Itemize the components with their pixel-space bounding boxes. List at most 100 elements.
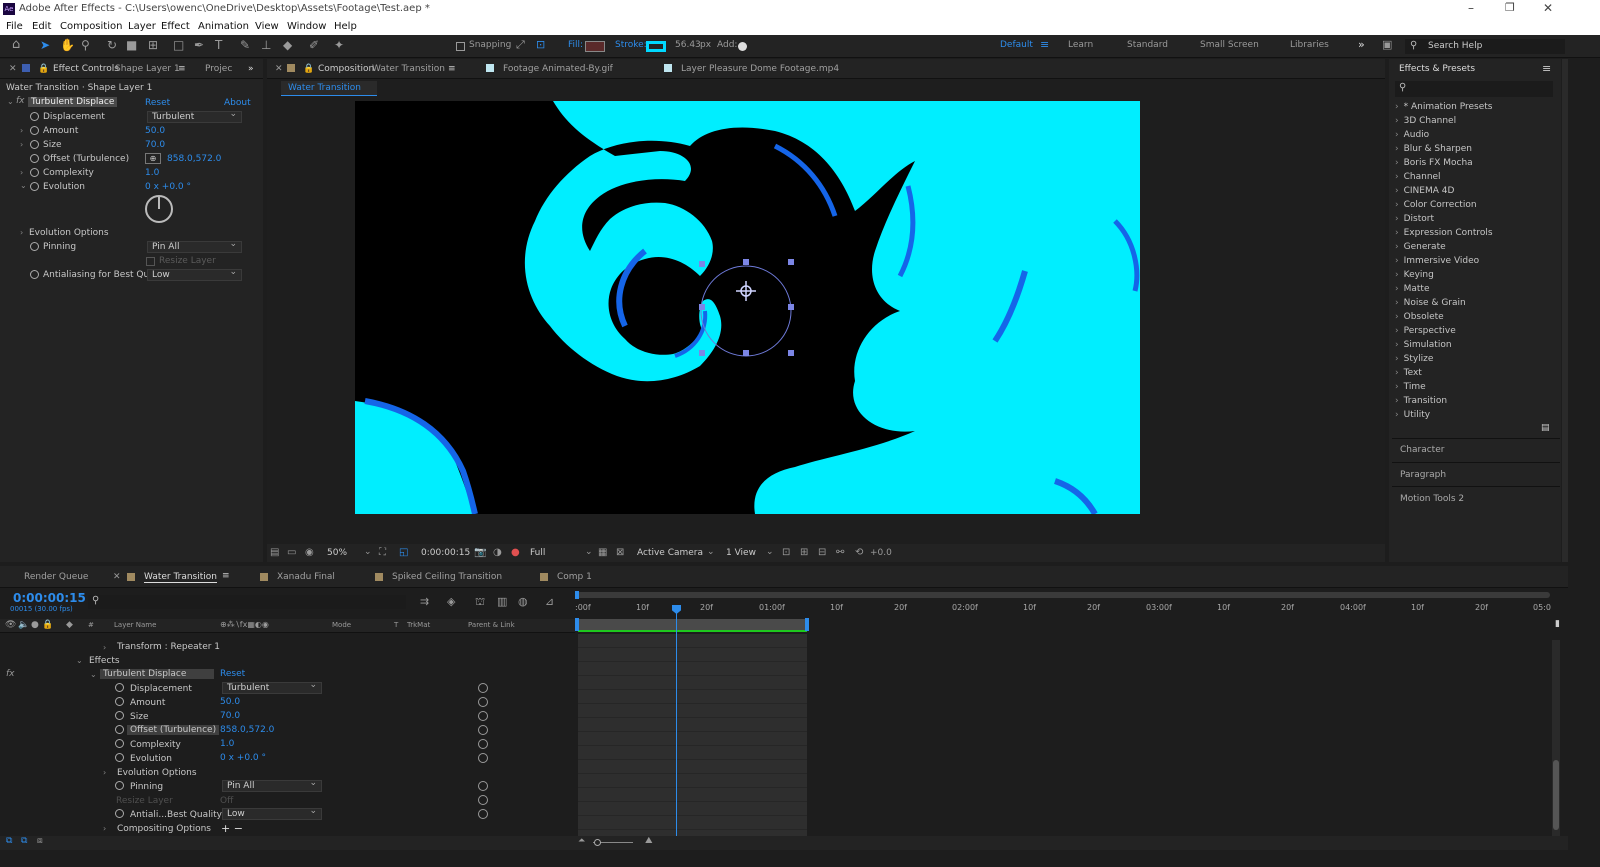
complexity-value[interactable]: 1.0 [145, 168, 159, 178]
menu-edit[interactable]: Edit [32, 21, 51, 32]
row-complexity-value[interactable]: 1.0 [220, 739, 234, 749]
puppet-tool-icon[interactable]: ✦ [334, 38, 344, 52]
monitor-icon[interactable]: ▭ [287, 547, 296, 558]
fit-icon[interactable]: ⛶ [379, 547, 386, 558]
row-antialiasing-dropdown[interactable]: Low [222, 806, 322, 820]
chevron-down-icon[interactable]: ⌄ [364, 547, 372, 557]
motion-tools-panel-tab[interactable]: Motion Tools 2 [1400, 494, 1464, 504]
stopwatch-icon[interactable] [30, 126, 39, 135]
snap-edges-icon[interactable]: ⤢ [516, 38, 525, 52]
search-help-field[interactable]: ⚲ Search Help [1405, 39, 1565, 54]
playhead-line[interactable] [676, 607, 677, 836]
exposure-value[interactable]: +0.0 [870, 548, 892, 558]
hand-tool-icon[interactable]: ✋ [60, 38, 75, 52]
stopwatch-icon[interactable] [30, 270, 39, 279]
row-reset-link[interactable]: Reset [220, 669, 245, 679]
shy-layers-icon[interactable]: ⛫ [475, 595, 485, 610]
menu-help[interactable]: Help [334, 21, 357, 32]
home-icon[interactable]: ⌂ [12, 37, 20, 52]
panel-menu-icon[interactable]: ≡ [178, 64, 186, 74]
effects-category[interactable]: Utility [1395, 410, 1430, 420]
brush-tool-icon[interactable]: ✎ [240, 38, 250, 52]
workspace-standard[interactable]: Standard [1127, 40, 1168, 50]
stopwatch-icon[interactable] [115, 781, 124, 790]
composition-tab-prefix[interactable]: Composition [318, 64, 374, 74]
roto-brush-tool-icon[interactable]: ✐ [309, 38, 319, 52]
expression-pickwhip-icon[interactable] [478, 795, 488, 805]
expression-pickwhip-icon[interactable] [478, 697, 488, 707]
layer-duration-bar[interactable] [578, 619, 807, 632]
row-compositing-options[interactable]: Compositing Options [117, 824, 211, 834]
twirl-icon[interactable]: ⌄ [90, 670, 97, 679]
row-displacement-dropdown[interactable]: Turbulent [222, 680, 322, 694]
effects-category[interactable]: Boris FX Mocha [1395, 158, 1473, 168]
resize-layer-checkbox[interactable] [146, 257, 155, 266]
expression-pickwhip-icon[interactable] [478, 725, 488, 735]
effects-category[interactable]: Color Correction [1395, 200, 1477, 210]
motion-blur-icon[interactable]: ◍ [518, 595, 528, 608]
timeline-icon[interactable]: ⊟ [818, 547, 826, 558]
column-layer-name[interactable]: Layer Name [114, 621, 156, 629]
workspace-libraries[interactable]: Libraries [1290, 40, 1329, 50]
close-tab-icon[interactable]: ✕ [9, 64, 17, 74]
layer-tab[interactable]: Layer Pleasure Dome Footage.mp4 [681, 64, 839, 74]
row-amount-value[interactable]: 50.0 [220, 697, 240, 707]
amount-value[interactable]: 50.0 [145, 126, 165, 136]
close-tab-icon[interactable]: ✕ [275, 64, 283, 74]
crosshair-icon[interactable]: ⊕ [145, 153, 161, 164]
twirl-icon[interactable]: › [20, 228, 23, 237]
column-t[interactable]: T [394, 621, 398, 629]
panel-menu-icon[interactable]: ≡ [1542, 62, 1551, 75]
selection-tool-icon[interactable]: ➤ [40, 38, 50, 52]
effects-category[interactable]: Text [1395, 368, 1422, 378]
displacement-dropdown[interactable]: Turbulent [147, 109, 242, 123]
row-evolution-options[interactable]: Evolution Options [117, 768, 197, 778]
stopwatch-icon[interactable] [30, 140, 39, 149]
always-preview-icon[interactable]: ▤ [270, 547, 279, 558]
zoom-out-icon[interactable]: ⏶ [578, 836, 585, 846]
expression-pickwhip-icon[interactable] [478, 683, 488, 693]
region-of-interest-icon[interactable]: ◱ [399, 547, 408, 558]
effects-category[interactable]: 3D Channel [1395, 116, 1456, 126]
twirl-icon[interactable]: › [20, 126, 23, 135]
close-tab-icon[interactable]: ✕ [113, 572, 121, 582]
spiked-ceiling-tab[interactable]: Spiked Ceiling Transition [392, 572, 502, 582]
comp-button-icon[interactable]: ▮ [1555, 619, 1563, 633]
stopwatch-icon[interactable] [115, 683, 124, 692]
effects-category[interactable]: Blur & Sharpen [1395, 144, 1472, 154]
timeline-scrollbar[interactable] [1552, 640, 1560, 836]
effects-category[interactable]: Distort [1395, 214, 1434, 224]
twirl-icon[interactable]: › [103, 643, 106, 652]
snapping-checkbox[interactable] [456, 42, 465, 51]
more-workspaces-icon[interactable]: » [1358, 38, 1365, 51]
timeline-timecode[interactable]: 0:00:00:15 [13, 591, 86, 605]
layer-switches-icon[interactable]: ⧉ [6, 836, 12, 846]
row-transform-repeater[interactable]: Transform : Repeater 1 [117, 642, 220, 652]
panel-menu-icon[interactable]: ≡ [222, 571, 230, 581]
maximize-icon[interactable]: ❐ [1505, 1, 1515, 14]
effects-category[interactable]: Transition [1395, 396, 1448, 406]
close-icon[interactable]: ✕ [1543, 1, 1553, 15]
work-area-start[interactable] [575, 591, 579, 599]
camera-dropdown[interactable]: Active Camera [637, 548, 703, 558]
new-folder-icon[interactable]: ▤ [1541, 423, 1550, 433]
row-offset-value[interactable]: 858.0,572.0 [220, 725, 274, 735]
stopwatch-icon[interactable] [115, 753, 124, 762]
offset-value[interactable]: 858.0,572.0 [167, 154, 221, 164]
row-pinning-dropdown[interactable]: Pin All [222, 778, 322, 792]
effects-category[interactable]: Expression Controls [1395, 228, 1493, 238]
in-out-icon[interactable]: ⧈ [37, 836, 43, 846]
menu-composition[interactable]: Composition [60, 21, 122, 32]
show-snapshot-icon[interactable]: ◑ [493, 547, 502, 558]
effects-category[interactable]: Time [1395, 382, 1426, 392]
comp1-tab[interactable]: Comp 1 [557, 572, 592, 582]
solo-icon[interactable]: ● [31, 620, 39, 630]
size-value[interactable]: 70.0 [145, 140, 165, 150]
switches-icon[interactable]: ⊕⁂∖fx▦◐◉ [220, 620, 269, 629]
graph-editor-icon[interactable]: ⊿ [545, 595, 554, 608]
chevron-down-icon[interactable]: ⌄ [585, 547, 593, 557]
comp-flow-breadcrumb[interactable]: Water Transition [281, 81, 377, 96]
stopwatch-icon[interactable] [30, 242, 39, 251]
type-tool-icon[interactable]: T [215, 38, 222, 52]
fast-previews-icon[interactable]: ⊞ [800, 547, 808, 558]
